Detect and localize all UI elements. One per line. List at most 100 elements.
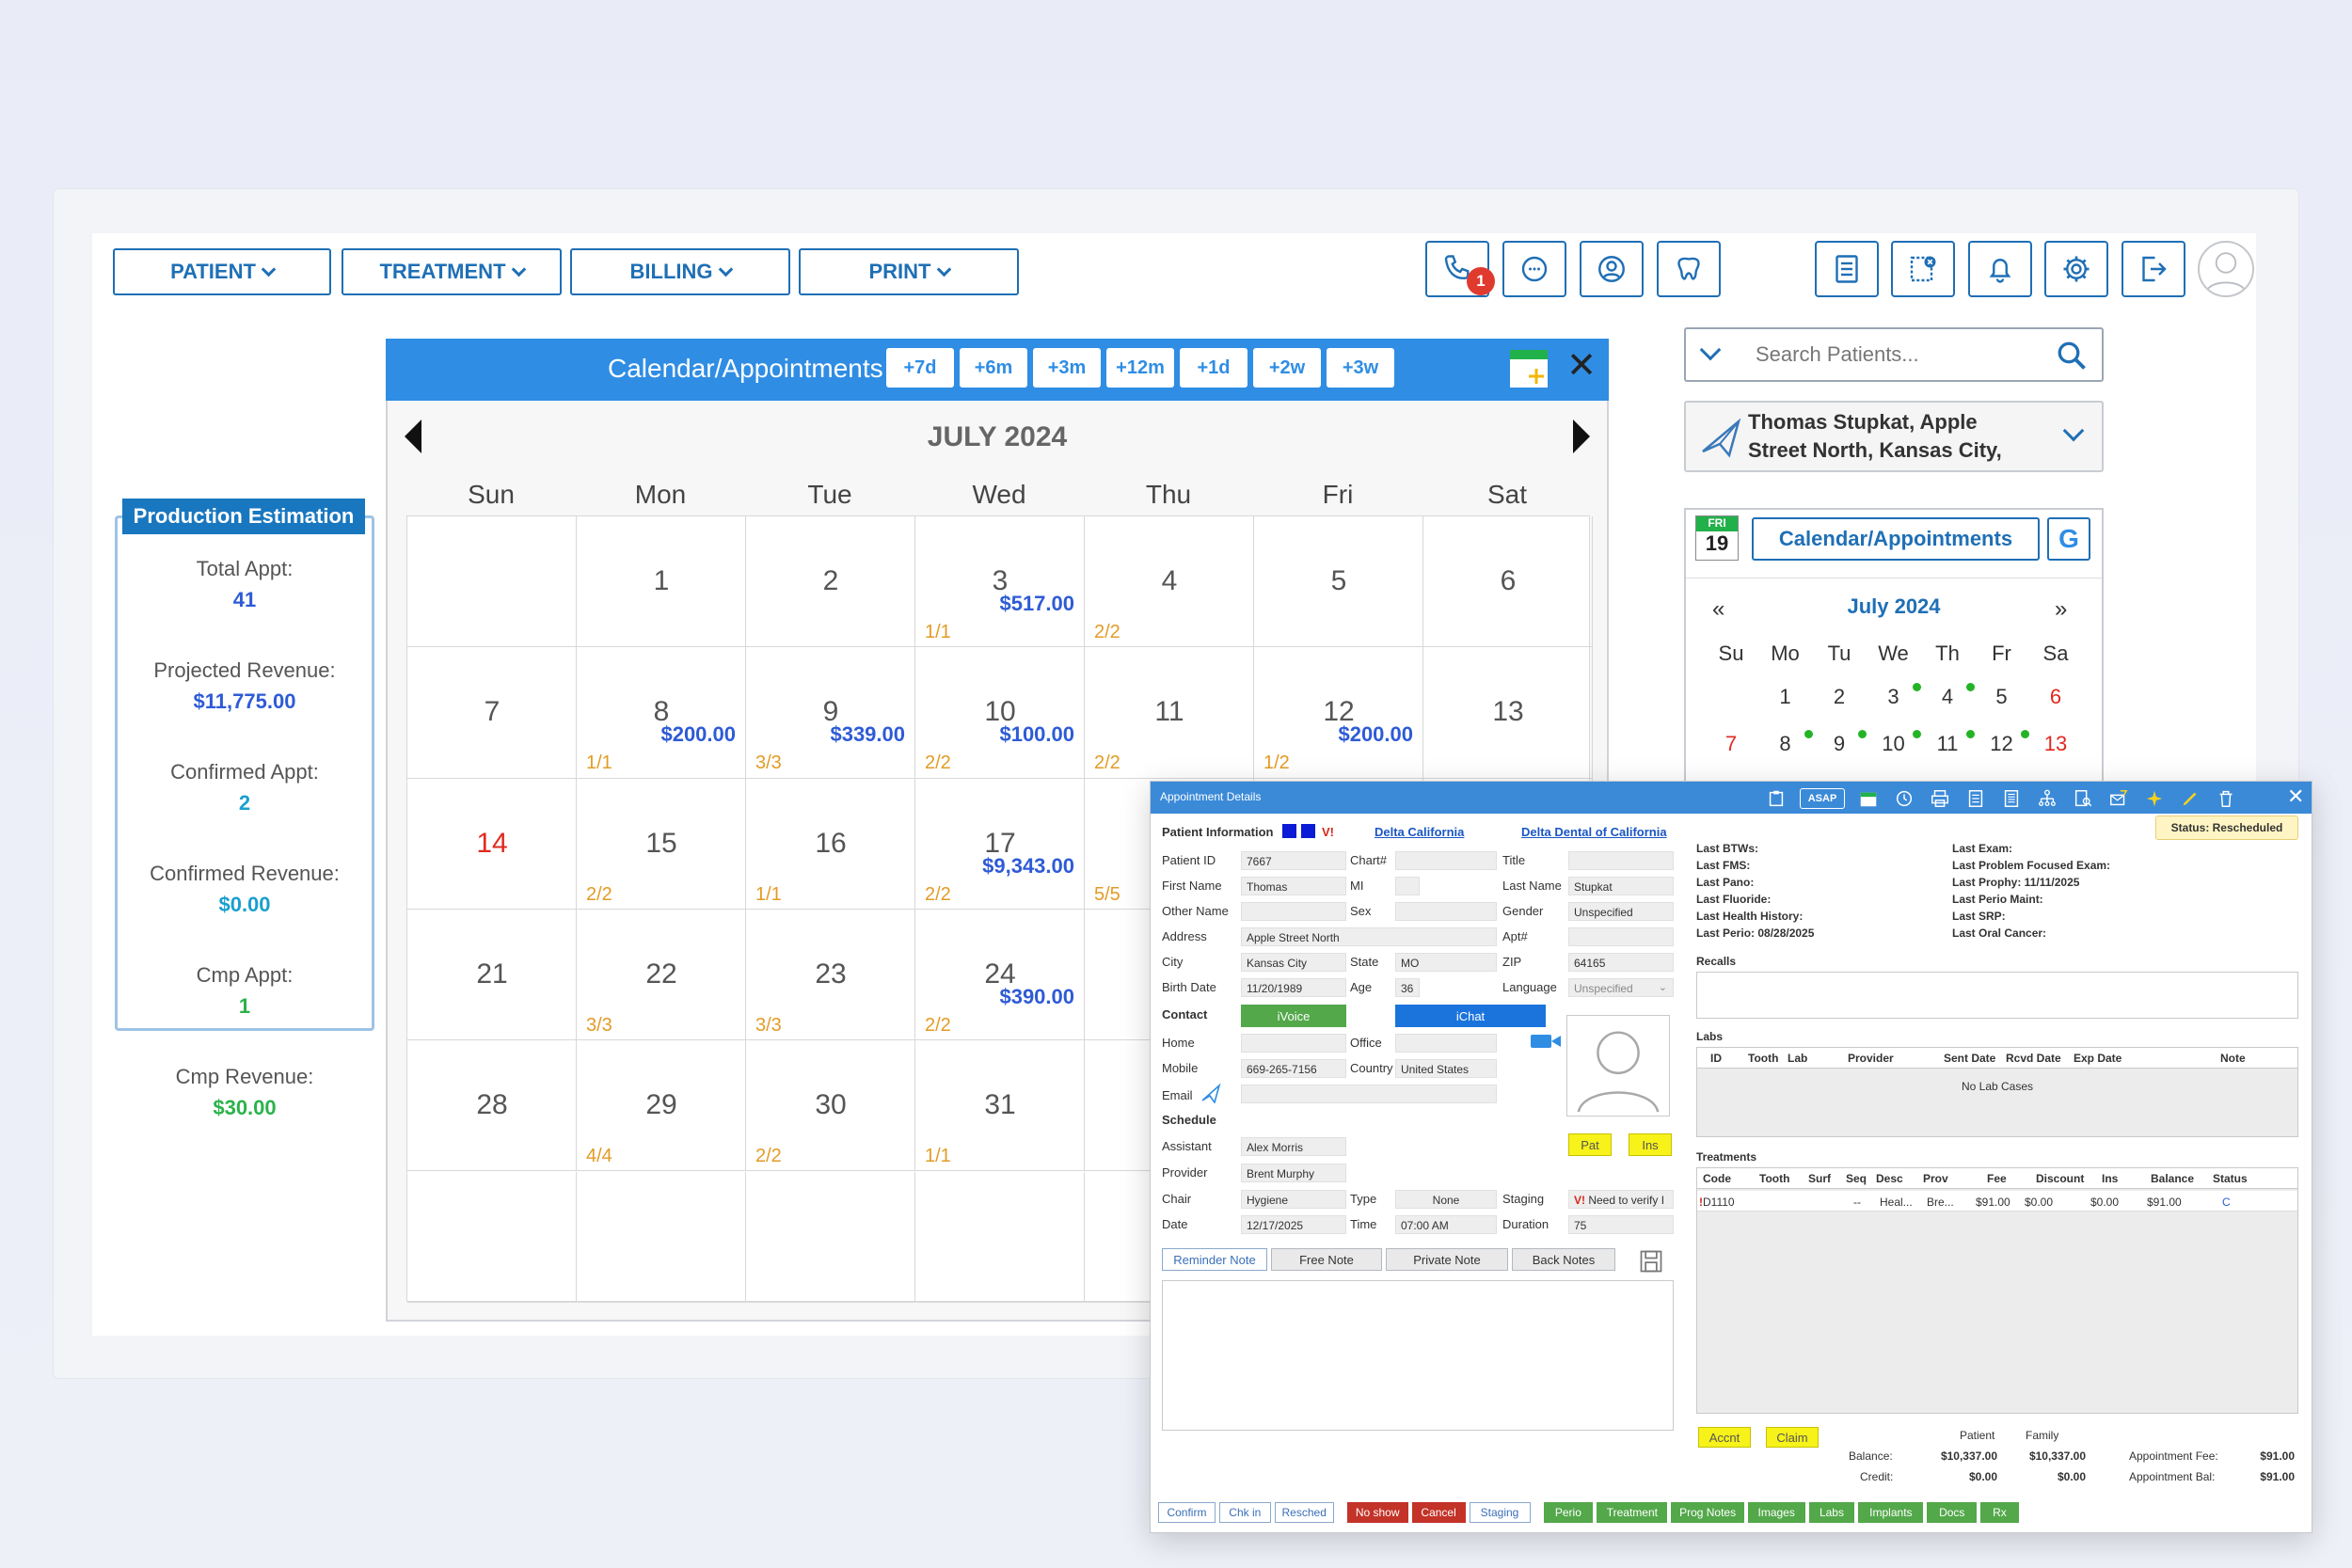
ichat-button[interactable]: iChat <box>1395 1005 1546 1027</box>
gender-field[interactable]: Unspecified <box>1568 902 1674 921</box>
provider-field[interactable]: Brent Murphy <box>1241 1164 1346 1182</box>
mini-day[interactable]: 13 <box>2029 732 2082 756</box>
date-field[interactable]: 12/17/2025 <box>1241 1215 1346 1234</box>
action-button[interactable]: Resched <box>1274 1502 1334 1523</box>
mini-day[interactable]: 3 <box>1867 685 1920 709</box>
sparkle-icon[interactable] <box>2144 788 2165 809</box>
avatar[interactable] <box>2198 241 2254 297</box>
list-icon[interactable] <box>2001 788 2022 809</box>
jump-button[interactable]: +1d <box>1180 348 1248 388</box>
tab-private-note[interactable]: Private Note <box>1386 1248 1508 1271</box>
calendar-day-cell[interactable] <box>746 1171 915 1303</box>
file-search-icon[interactable] <box>2073 788 2093 809</box>
calendar-day-cell[interactable]: 16 1/1 <box>746 778 915 910</box>
note-textarea[interactable] <box>1162 1280 1674 1431</box>
calendar-day-cell[interactable]: 2 <box>746 516 915 648</box>
calendar-day-cell[interactable]: 30 2/2 <box>746 1040 915 1172</box>
prev-month-arrow[interactable] <box>405 420 421 453</box>
patient-photo[interactable] <box>1566 1015 1670 1117</box>
add-appointment-button[interactable] <box>1508 348 1549 389</box>
tab-back-notes[interactable]: Back Notes <box>1512 1248 1615 1271</box>
dialog-close-icon[interactable]: ✕ <box>2287 785 2304 808</box>
accnt-button[interactable]: Accnt <box>1698 1427 1751 1448</box>
action-button[interactable]: Perio <box>1543 1502 1594 1523</box>
first-name-field[interactable]: Thomas <box>1241 877 1346 895</box>
chat-button[interactable] <box>1502 241 1566 297</box>
asap-button[interactable]: ASAP <box>1800 788 1845 809</box>
calendar-day-cell[interactable]: 14 <box>407 778 577 910</box>
calendar-day-cell[interactable] <box>577 1171 746 1303</box>
mini-day[interactable]: 1 <box>1759 685 1812 709</box>
claim-button[interactable]: Claim <box>1766 1427 1819 1448</box>
calendar-day-cell[interactable]: 28 <box>407 1040 577 1172</box>
calendar-day-cell[interactable]: 10 $100.00 2/2 <box>915 647 1085 779</box>
pat-button[interactable]: Pat <box>1568 1133 1612 1156</box>
last-name-field[interactable]: Stupkat <box>1568 877 1674 895</box>
jump-button[interactable]: +7d <box>886 348 954 388</box>
mini-day[interactable]: 7 <box>1705 732 1757 756</box>
action-button[interactable]: Confirm <box>1158 1502 1216 1523</box>
selected-patient-card[interactable]: Thomas Stupkat, Apple Street North, Kans… <box>1684 401 2104 472</box>
close-icon[interactable]: ✕ <box>1565 348 1597 384</box>
notifications-button[interactable] <box>1968 241 2032 297</box>
apt-field[interactable] <box>1568 927 1674 946</box>
search-input[interactable]: Search Patients... <box>1756 342 1919 367</box>
insurance-primary-link[interactable]: Delta California <box>1375 825 1464 839</box>
tooth-button[interactable] <box>1657 241 1721 297</box>
calendar-day-cell[interactable]: 17 $9,343.00 2/2 <box>915 778 1085 910</box>
birth-date-field[interactable]: 11/20/1989 <box>1241 978 1346 997</box>
city-field[interactable]: Kansas City <box>1241 953 1346 972</box>
calendar-day-cell[interactable]: 9 $339.00 3/3 <box>746 647 915 779</box>
cancel-list-button[interactable] <box>1891 241 1955 297</box>
chevron-down-icon[interactable] <box>2062 420 2085 442</box>
ins-button[interactable]: Ins <box>1629 1133 1672 1156</box>
search-icon[interactable] <box>2055 339 2089 372</box>
menu-print[interactable]: PRINT <box>799 248 1019 295</box>
mail-send-icon[interactable] <box>2108 788 2129 809</box>
reports-button[interactable] <box>1815 241 1879 297</box>
phone-button[interactable]: 1 <box>1425 241 1495 297</box>
mini-calendar-button[interactable]: Calendar/Appointments <box>1752 517 2040 561</box>
calendar-day-cell[interactable] <box>915 1171 1085 1303</box>
sex-field[interactable] <box>1395 902 1497 921</box>
calendar-day-cell[interactable]: 8 $200.00 1/1 <box>577 647 746 779</box>
state-field[interactable]: MO <box>1395 953 1497 972</box>
type-field[interactable]: None <box>1395 1190 1497 1209</box>
country-field[interactable]: United States <box>1395 1059 1497 1078</box>
menu-patient[interactable]: PATIENT <box>113 248 331 295</box>
action-button[interactable]: Docs <box>1927 1502 1978 1523</box>
menu-billing[interactable]: BILLING <box>570 248 790 295</box>
time-field[interactable]: 07:00 AM <box>1395 1215 1497 1234</box>
video-call-icon[interactable] <box>1529 1030 1563 1053</box>
calendar-day-cell[interactable]: 23 3/3 <box>746 909 915 1041</box>
ivoice-button[interactable]: iVoice <box>1241 1005 1346 1027</box>
calendar-day-cell[interactable]: 3 $517.00 1/1 <box>915 516 1085 648</box>
chair-field[interactable]: Hygiene <box>1241 1190 1346 1209</box>
mini-day[interactable]: 8 <box>1759 732 1812 756</box>
mini-day[interactable]: 12 <box>1976 732 2028 756</box>
calendar-day-cell[interactable]: 5 <box>1254 516 1423 648</box>
title-field[interactable] <box>1568 851 1674 870</box>
email-send-icon[interactable] <box>1200 1083 1222 1103</box>
calendar-day-cell[interactable]: 15 2/2 <box>577 778 746 910</box>
action-button[interactable]: Chk in <box>1218 1502 1271 1523</box>
action-button[interactable]: Cancel <box>1411 1502 1466 1523</box>
mini-day[interactable]: 10 <box>1867 732 1920 756</box>
action-button[interactable]: No show <box>1346 1502 1408 1523</box>
jump-button[interactable]: +2w <box>1253 348 1321 388</box>
clock-icon[interactable] <box>1894 788 1915 809</box>
assistant-field[interactable]: Alex Morris <box>1241 1137 1346 1156</box>
duration-field[interactable]: 75 <box>1568 1215 1674 1234</box>
mi-field[interactable] <box>1395 877 1420 895</box>
menu-treatment[interactable]: TREATMENT <box>342 248 562 295</box>
next-month-arrow[interactable] <box>1573 420 1590 453</box>
document-icon[interactable] <box>1965 788 1986 809</box>
insurance-secondary-link[interactable]: Delta Dental of California <box>1521 825 1667 839</box>
network-icon[interactable] <box>2037 788 2058 809</box>
save-icon[interactable] <box>1638 1248 1664 1275</box>
action-button[interactable]: Staging <box>1469 1502 1531 1523</box>
calendar-day-cell[interactable]: 6 <box>1423 516 1593 648</box>
settings-button[interactable] <box>2044 241 2108 297</box>
logout-button[interactable] <box>2122 241 2185 297</box>
clipboard-icon[interactable] <box>1766 788 1787 809</box>
